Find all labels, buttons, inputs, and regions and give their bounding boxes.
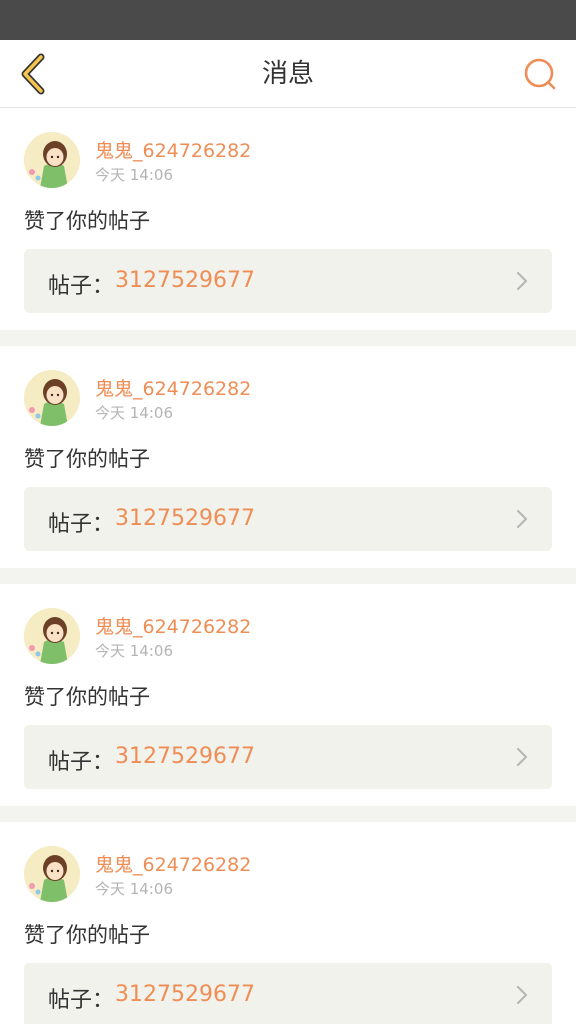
search-icon [524,58,556,90]
timestamp: 今天 14:06 [95,166,173,184]
avatar[interactable] [24,132,80,188]
post-label: 帖子： [48,750,115,775]
top-nav-bar: 消息 [0,40,576,108]
status-bar [0,0,576,40]
action-text: 赞了你的帖子 [24,209,150,233]
post-link[interactable]: 帖子： 3127529677 [24,963,552,1024]
chevron-left-icon [21,53,45,95]
action-text: 赞了你的帖子 [24,923,150,947]
chevron-right-icon [516,509,528,529]
message-item: 鬼鬼_624726282 今天 14:06 赞了你的帖子 帖子： 3127529… [0,822,576,1024]
avatar-girl-icon [24,846,80,902]
post-label: 帖子： [48,512,115,537]
username[interactable]: 鬼鬼_624726282 [95,850,251,877]
avatar[interactable] [24,370,80,426]
search-button[interactable] [518,52,562,96]
divider [0,806,576,822]
post-label: 帖子： [48,274,115,299]
message-item: 鬼鬼_624726282 今天 14:06 赞了你的帖子 帖子： 3127529… [0,108,576,330]
chevron-right-icon [516,747,528,767]
action-text: 赞了你的帖子 [24,685,150,709]
timestamp: 今天 14:06 [95,404,173,422]
divider [0,568,576,584]
post-number: 3127529677 [115,506,255,531]
message-item: 鬼鬼_624726282 今天 14:06 赞了你的帖子 帖子： 3127529… [0,346,576,568]
post-number: 3127529677 [115,982,255,1007]
post-number: 3127529677 [115,744,255,769]
avatar-girl-icon [24,370,80,426]
timestamp: 今天 14:06 [95,642,173,660]
avatar[interactable] [24,846,80,902]
avatar-girl-icon [24,132,80,188]
username[interactable]: 鬼鬼_624726282 [95,374,251,401]
chevron-right-icon [516,985,528,1005]
username[interactable]: 鬼鬼_624726282 [95,136,251,163]
post-link[interactable]: 帖子： 3127529677 [24,249,552,313]
page-title: 消息 [261,59,314,89]
action-text: 赞了你的帖子 [24,447,150,471]
message-item: 鬼鬼_624726282 今天 14:06 赞了你的帖子 帖子： 3127529… [0,584,576,806]
post-number: 3127529677 [115,268,255,293]
avatar[interactable] [24,608,80,664]
post-link[interactable]: 帖子： 3127529677 [24,487,552,551]
timestamp: 今天 14:06 [95,880,173,898]
post-label: 帖子： [48,988,115,1013]
username[interactable]: 鬼鬼_624726282 [95,612,251,639]
post-link[interactable]: 帖子： 3127529677 [24,725,552,789]
back-button[interactable] [10,50,54,98]
avatar-girl-icon [24,608,80,664]
message-list: 鬼鬼_624726282 今天 14:06 赞了你的帖子 帖子： 3127529… [0,108,576,1024]
chevron-right-icon [516,271,528,291]
divider [0,330,576,346]
